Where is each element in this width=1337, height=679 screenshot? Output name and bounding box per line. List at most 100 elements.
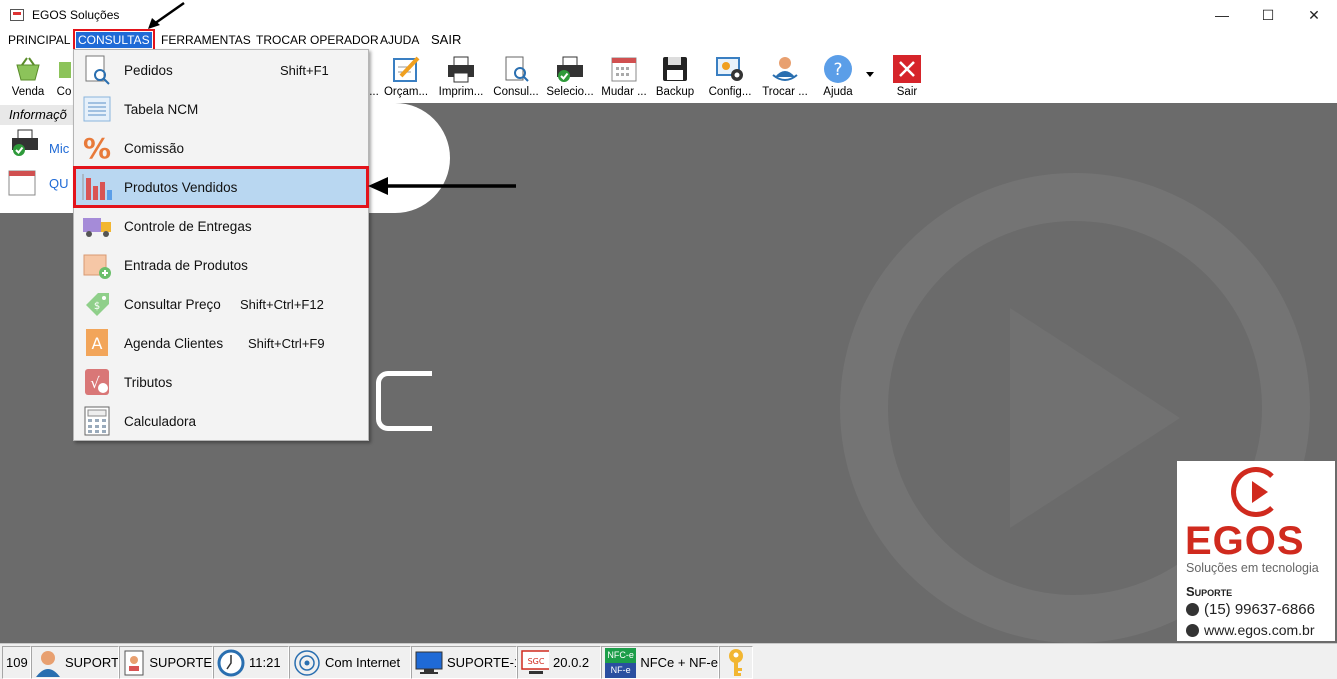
toolbar-imprimir-label: Imprim... (438, 86, 484, 98)
toolbar-consultar-label: Consul... (493, 86, 539, 98)
dropdown-comissao-label: Comissão (124, 140, 185, 156)
antenna-signal-icon (293, 649, 321, 677)
dropdown-item-entrada-produtos[interactable]: Entrada de Produtos (76, 247, 366, 283)
menu-sair[interactable]: SAIR (429, 32, 463, 48)
settings-monitor-icon (715, 54, 745, 84)
partial-icon (56, 54, 72, 84)
toolbar-config-button[interactable]: Config... (702, 52, 758, 102)
svg-text:?: ? (833, 60, 842, 80)
annotation-arrow-menu (148, 1, 185, 29)
dropdown-controle-entregas-label: Controle de Entregas (124, 218, 252, 234)
toolbar-ajuda-button[interactable]: ? Ajuda (810, 52, 866, 102)
dropdown-produtos-vendidos-label: Produtos Vendidos (124, 179, 238, 195)
menu-ferramentas[interactable]: FERRAMENTAS (159, 32, 253, 48)
egos-phone: (15) 99637-6866 (1186, 601, 1315, 618)
dropdown-entrada-produtos-label: Entrada de Produtos (124, 257, 248, 273)
minimize-button[interactable]: — (1199, 0, 1245, 30)
toolbar-orcamento-button[interactable]: Orçam... (378, 52, 434, 102)
menu-consultas[interactable]: CONSULTAS (73, 29, 155, 51)
dropdown-item-agenda-clientes[interactable]: A Agenda Clientes Shift+Ctrl+F9 (76, 325, 366, 361)
toolbar-selecionar-button[interactable]: Selecio... (542, 52, 598, 102)
toolbar-trocar-label: Trocar ... (762, 86, 808, 98)
toolbar-mudar-button[interactable]: Mudar ... (596, 52, 652, 102)
nfce-badge-top: NFC-e (605, 647, 637, 663)
dropdown-agenda-clientes-shortcut: Shift+Ctrl+F9 (248, 335, 325, 351)
shopping-basket-icon (13, 54, 43, 84)
globe-icon (1186, 623, 1199, 637)
dropdown-item-produtos-vendidos[interactable]: Produtos Vendidos (73, 166, 369, 208)
dropdown-item-comissao[interactable]: % Comissão (76, 130, 366, 166)
dropdown-calculadora-label: Calculadora (124, 413, 197, 429)
info-row-printer[interactable]: Mic (49, 141, 69, 156)
toolbar-orcamento-label: Orçam... (383, 86, 429, 98)
toolbar-imprimir-button[interactable]: Imprim... (433, 52, 489, 102)
dropdown-item-calculadora[interactable]: Calculadora (76, 403, 366, 439)
svg-text:%: % (83, 133, 111, 163)
bar-chart-icon (80, 171, 114, 203)
toolbar-sair-label: Sair (896, 86, 918, 98)
dropdown-item-tabela-ncm[interactable]: Tabela NCM (76, 91, 366, 127)
dropdown-agenda-clientes-label: Agenda Clientes (124, 335, 224, 351)
status-number: 109 (6, 655, 28, 670)
status-internet: Com Internet (325, 655, 401, 670)
status-bar: 109 SUPORT SUPORTE 11:21 Com Internet SU… (0, 643, 1337, 679)
toolbar-trocar-button[interactable]: Trocar ... (757, 52, 813, 102)
status-operator: SUPORTE (149, 655, 212, 670)
calendar-icon (8, 169, 38, 199)
dropdown-item-pedidos[interactable]: Pedidos Shift+F1 (76, 52, 366, 88)
exit-x-icon (892, 54, 922, 84)
status-time: 11:21 (249, 655, 281, 670)
egos-support-label: Suporte (1186, 584, 1233, 599)
dropdown-pedidos-shortcut: Shift+F1 (280, 62, 329, 78)
menu-ajuda[interactable]: AJUDA (378, 32, 421, 48)
egos-support-badge: EGOS Soluções em tecnologia Suporte (15)… (1177, 461, 1335, 641)
dropdown-item-consultar-preco[interactable]: $ Consultar Preço Shift+Ctrl+F12 (76, 286, 366, 322)
svg-text:A: A (92, 334, 103, 353)
status-cell-internet: Com Internet (289, 646, 411, 679)
help-question-icon: ? (823, 54, 853, 84)
egos-site: www.egos.com.br (1186, 622, 1314, 638)
watermark-letter (376, 371, 432, 431)
status-cell-number: 109 (2, 646, 31, 679)
address-book-icon: A (80, 327, 114, 359)
toolbar-sair-button[interactable]: Sair (879, 52, 935, 102)
app-icon (10, 9, 24, 21)
quote-pencil-icon (391, 54, 421, 84)
toolbar-venda-label: Venda (11, 86, 45, 98)
dropdown-item-tributos[interactable]: √ Tributos (76, 364, 366, 400)
key-icon (723, 648, 748, 677)
printer-check-icon (10, 128, 40, 158)
monitor-windows-icon (415, 649, 443, 677)
close-button[interactable]: ✕ (1291, 0, 1337, 30)
status-cell-nfce: NFC-e NF-e NFCe + NF-e (601, 646, 719, 679)
egos-brand: EGOS (1185, 519, 1305, 563)
percent-icon: % (80, 132, 114, 164)
delivery-truck-icon (80, 210, 114, 242)
status-user: SUPORT (65, 655, 119, 670)
nfce-badge-icon: NFC-e NF-e (605, 647, 637, 678)
toolbar-consultar-button[interactable]: Consul... (488, 52, 544, 102)
ajuda-dropdown-icon[interactable] (866, 72, 874, 77)
menu-trocar-operador[interactable]: TROCAR OPERADOR (254, 32, 381, 48)
clock-icon (217, 649, 245, 677)
status-nfce: NFCe + NF-e (640, 655, 718, 670)
user-icon (35, 649, 61, 677)
info-row-calendar[interactable]: QU (49, 176, 69, 191)
printer-check-icon (555, 54, 585, 84)
toolbar-venda-button[interactable]: Venda (0, 52, 56, 102)
toolbar-mudar-label: Mudar ... (601, 86, 647, 98)
egos-website: www.egos.com.br (1204, 622, 1315, 638)
menu-principal[interactable]: PRINCIPAL (6, 32, 72, 48)
maximize-button[interactable]: ☐ (1245, 0, 1291, 30)
status-cell-key[interactable] (719, 646, 753, 679)
toolbar-backup-button[interactable]: Backup (647, 52, 703, 102)
svg-text:$: $ (94, 301, 100, 312)
dropdown-item-controle-entregas[interactable]: Controle de Entregas (76, 208, 366, 244)
menu-bar: PRINCIPAL CONSULTAS FERRAMENTAS TROCAR O… (0, 29, 1337, 51)
magnifier-document-icon (80, 54, 114, 86)
toolbar-selecionar-label: Selecio... (546, 86, 594, 98)
calendar-icon (609, 54, 639, 84)
whatsapp-icon (1186, 603, 1199, 616)
nfce-badge-bottom: NF-e (605, 662, 637, 678)
egos-play-icon (1252, 481, 1268, 503)
